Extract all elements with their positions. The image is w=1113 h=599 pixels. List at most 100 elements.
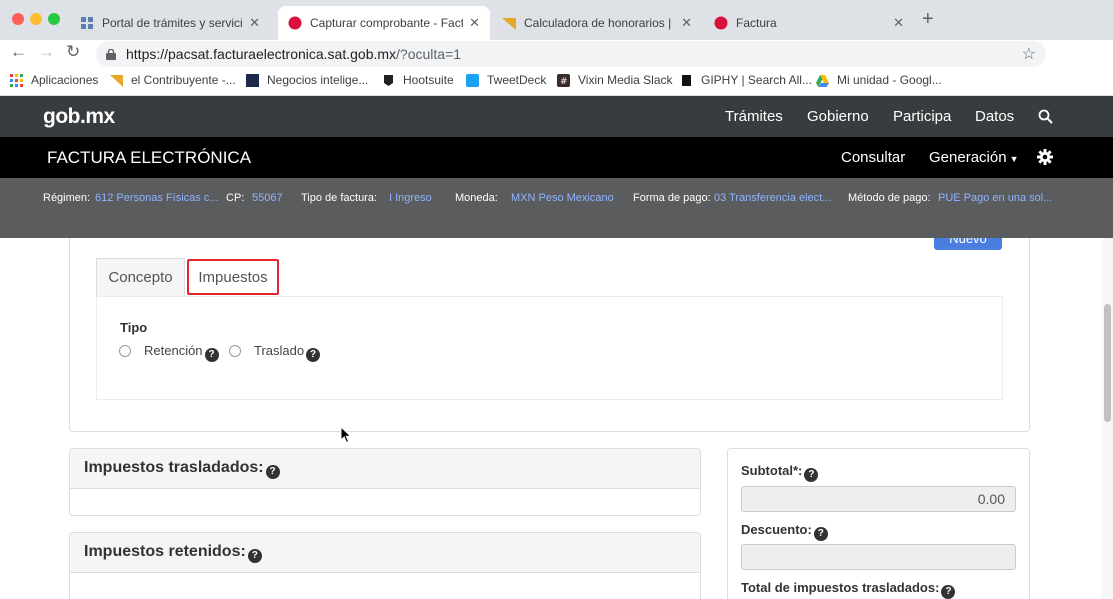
bookmark-label: Mi unidad - Googl... [837, 73, 942, 87]
tab-label: Capturar comprobante - Factu [310, 16, 464, 30]
totals-panel: Subtotal*:? 0.00 Descuento:? Total de im… [727, 448, 1030, 599]
grid-icon [81, 17, 93, 29]
bird-icon [466, 73, 479, 87]
help-icon[interactable]: ? [941, 585, 956, 599]
new-tab-plus-icon[interactable]: + [922, 8, 934, 31]
browser-tab-portal[interactable]: Portal de trámites y servicios - ✕ [70, 6, 270, 40]
impuestos-tab-pane: Tipo Retención? Traslado? [96, 296, 1003, 400]
bookmark-label: Hootsuite [403, 73, 454, 87]
help-icon[interactable]: ? [804, 468, 819, 482]
bookmark-giphy[interactable]: GIPHY | Search All... [680, 73, 812, 87]
scrollbar-thumb[interactable] [1104, 304, 1111, 422]
gob-mx-logo[interactable]: gob.mx [43, 105, 115, 129]
regimen-label: Régimen: [43, 192, 91, 204]
traslado-option[interactable]: Traslado? [254, 343, 321, 362]
url-rest: /?oculta=1 [396, 46, 462, 62]
retencion-radio[interactable] [119, 345, 131, 357]
close-tab-icon[interactable]: ✕ [469, 15, 480, 31]
help-icon[interactable]: ? [265, 465, 280, 479]
sat-logo-icon [288, 16, 302, 30]
bookmark-hootsuite[interactable]: Hootsuite [382, 73, 454, 87]
tab-label: Portal de trámites y servicios - [102, 16, 243, 30]
retencion-option[interactable]: Retención? [144, 343, 219, 362]
total-trasladados-text: Total de impuestos trasladados: [741, 580, 940, 595]
browser-tab-capturar[interactable]: Capturar comprobante - Factu ✕ [278, 6, 490, 40]
bookmark-label: Negocios intelige... [267, 73, 369, 87]
gob-top-bar: gob.mx Trámites Gobierno Participa Datos [0, 96, 1113, 137]
bookmark-label: Vixin Media Slack [578, 73, 673, 87]
back-arrow-icon[interactable]: ← [10, 42, 27, 62]
tipo-factura-label: Tipo de factura: [301, 192, 378, 204]
bookmark-label: Aplicaciones [31, 73, 99, 87]
consultar-link[interactable]: Consultar [841, 149, 905, 166]
bookmark-slack[interactable]: # Vixin Media Slack [557, 73, 673, 87]
giphy-icon [682, 74, 691, 86]
address-bar[interactable]: https://pacsat.facturaelectronica.sat.go… [96, 41, 1046, 67]
bookmark-negocios[interactable]: Negocios intelige... [246, 73, 368, 87]
bookmark-label: GIPHY | Search All... [701, 73, 812, 87]
bookmark-contribuyente[interactable]: el Contribuyente -... [110, 73, 236, 87]
regimen-value[interactable]: 612 Personas Físicas c... [95, 192, 219, 204]
moneda-value[interactable]: MXN Peso Mexicano [511, 192, 614, 204]
nav-datos[interactable]: Datos [975, 108, 1014, 125]
forma-pago-value[interactable]: 03 Transferencia elect... [714, 192, 831, 204]
tab-impuestos[interactable]: Impuestos [187, 259, 279, 295]
generacion-dropdown[interactable]: Generación ▼ [929, 149, 1018, 166]
gear-icon[interactable] [1037, 149, 1053, 165]
help-icon[interactable]: ? [813, 527, 828, 541]
nav-participa[interactable]: Participa [893, 108, 951, 125]
bookmark-drive[interactable]: Mi unidad - Googl... [816, 73, 942, 87]
trasladados-title-text: Impuestos trasladados: [84, 459, 264, 476]
reload-icon[interactable]: ↻ [66, 42, 80, 62]
help-icon[interactable]: ? [247, 549, 262, 563]
page-title: FACTURA ELECTRÓNICA [47, 148, 252, 167]
close-tab-icon[interactable]: ✕ [893, 15, 904, 31]
bookmark-star-icon[interactable]: ☆ [1022, 44, 1036, 64]
browser-tab-strip: Portal de trámites y servicios - ✕ Captu… [0, 0, 1113, 40]
impuestos-retenidos-panel: Impuestos retenidos:? [69, 532, 701, 599]
impuestos-trasladados-title: Impuestos trasladados:? [84, 459, 280, 479]
lock-icon [106, 48, 116, 60]
sat-logo-icon [714, 16, 728, 30]
help-icon[interactable]: ? [306, 348, 321, 362]
generacion-label: Generación [929, 149, 1007, 166]
forward-arrow-icon[interactable]: → [38, 42, 55, 62]
owl-icon [384, 74, 393, 86]
subtotal-field[interactable]: 0.00 [741, 486, 1016, 512]
close-tab-icon[interactable]: ✕ [681, 15, 692, 31]
nav-tramites[interactable]: Trámites [725, 108, 783, 125]
bookmark-tweetdeck[interactable]: TweetDeck [466, 73, 546, 87]
cp-value[interactable]: 55067 [252, 192, 283, 204]
descuento-field[interactable] [741, 544, 1016, 570]
moneda-label: Moneda: [455, 192, 498, 204]
caret-down-icon: ▼ [1009, 154, 1019, 164]
impuestos-trasladados-panel: Impuestos trasladados:? [69, 448, 701, 516]
bookmark-aplicaciones[interactable]: Aplicaciones [10, 73, 98, 87]
nav-gobierno[interactable]: Gobierno [807, 108, 869, 125]
cp-label: CP: [226, 192, 245, 204]
total-trasladados-label: Total de impuestos trasladados:? [741, 580, 956, 599]
metodo-pago-value[interactable]: PUE Pago en una sol... [938, 192, 1052, 204]
panel-header: Impuestos retenidos:? [70, 533, 700, 573]
apps-grid-icon [10, 73, 23, 87]
url-main: https://pacsat.facturaelectronica.sat.go… [126, 46, 397, 62]
search-icon[interactable] [1038, 109, 1053, 124]
invoice-info-bar: Régimen: 612 Personas Físicas c... CP: 5… [0, 178, 1113, 238]
tipo-factura-value[interactable]: I Ingreso [389, 192, 432, 204]
traslado-radio[interactable] [229, 345, 241, 357]
browser-tab-factura[interactable]: Factura ✕ [704, 6, 914, 40]
url-text: https://pacsat.facturaelectronica.sat.go… [126, 46, 461, 62]
hash-icon: # [557, 73, 570, 87]
bookmark-label: el Contribuyente -... [131, 73, 236, 87]
nuevo-button[interactable]: Nuevo [934, 238, 1002, 250]
traslado-label: Traslado [254, 343, 305, 358]
maximize-window-button[interactable] [48, 13, 60, 25]
impuestos-retenidos-title: Impuestos retenidos:? [84, 543, 262, 563]
close-tab-icon[interactable]: ✕ [249, 15, 260, 31]
tipo-label: Tipo [120, 320, 148, 335]
minimize-window-button[interactable] [30, 13, 42, 25]
help-icon[interactable]: ? [204, 348, 219, 362]
tab-concepto[interactable]: Concepto [96, 258, 185, 296]
browser-tab-calculadora[interactable]: Calculadora de honorarios | el ✕ [492, 6, 702, 40]
close-window-button[interactable] [12, 13, 24, 25]
